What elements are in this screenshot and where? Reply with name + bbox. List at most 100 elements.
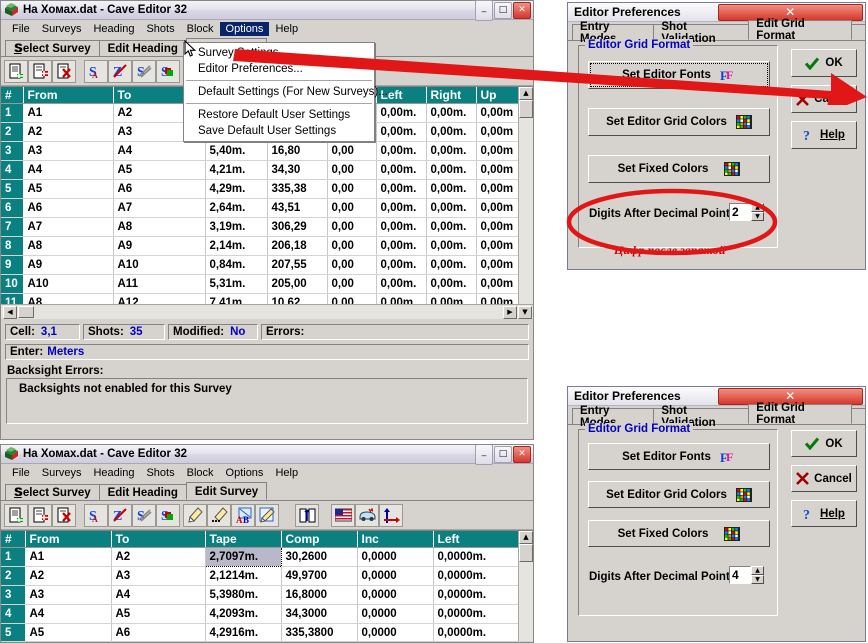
grid-cell[interactable]: 0,00m. (376, 123, 426, 142)
grid-cell[interactable]: 0,00m (476, 142, 519, 161)
set-editor-fonts-button[interactable]: Set Editor Fonts FF (588, 443, 770, 470)
menu-help[interactable]: Help (269, 466, 304, 480)
scroll-up-button[interactable]: ▲ (519, 531, 533, 544)
menu-heading[interactable]: Heading (87, 466, 140, 480)
grid-cell[interactable]: 30,2600 (281, 548, 357, 567)
grid-cell[interactable]: 49,9700 (281, 567, 357, 586)
grid-cell[interactable]: 0,00 (327, 275, 376, 294)
grid-cell[interactable]: 0,00 (327, 256, 376, 275)
grid-cell[interactable]: 0,00 (327, 180, 376, 199)
grid-cell[interactable]: 0,00m. (426, 256, 476, 275)
minimize-button[interactable]: _ (475, 444, 493, 465)
grid-cell[interactable]: 0,00 (327, 199, 376, 218)
grid-cell[interactable]: 0,00m. (426, 161, 476, 180)
spinner-up-button[interactable]: ▲ (751, 566, 764, 575)
grid-cell[interactable]: 16,8000 (281, 586, 357, 605)
swap-icon[interactable]: S (156, 504, 180, 527)
sort-reverse-icon[interactable]: S (132, 504, 156, 527)
grid-cell[interactable]: A4 (111, 586, 205, 605)
survey-grid[interactable]: #FromToTapeCompIncLeft 1A1A22,7097m.30,2… (1, 530, 533, 641)
tab-edit-grid-format[interactable]: Edit Grid Format (748, 20, 851, 40)
menu-shots[interactable]: Shots (140, 22, 180, 36)
grid-cell[interactable]: A4 (23, 161, 113, 180)
grid-cell[interactable]: 0,00m (476, 237, 519, 256)
grid-cell[interactable]: 0,0000m. (433, 624, 519, 642)
grid-cell[interactable]: 5,3980m. (205, 586, 281, 605)
grid-cell[interactable]: 0,0000 (357, 567, 433, 586)
tab-shot-validation[interactable]: Shot Validation (653, 408, 749, 424)
vertical-scrollbar[interactable]: ▲ (518, 87, 533, 304)
row-number-cell[interactable]: 5 (1, 180, 23, 199)
grid-cell[interactable]: 206,18 (267, 237, 327, 256)
grid-cell[interactable]: 0,0000 (357, 605, 433, 624)
grid-cell[interactable]: A5 (25, 624, 111, 642)
tab-select-survey[interactable]: SSelect Survey (5, 484, 100, 500)
rename-station-icon[interactable]: AB (231, 504, 255, 527)
grid-cell[interactable]: 0,0000 (357, 624, 433, 642)
grid-cell[interactable]: 2,14m. (205, 237, 267, 256)
flag-icon[interactable] (331, 504, 355, 527)
grid-cell[interactable]: A6 (23, 199, 113, 218)
scroll-thumb[interactable] (519, 544, 533, 562)
grid-cell[interactable]: 4,2093m. (205, 605, 281, 624)
menu-item-save-defaults[interactable]: Save Default User Settings (184, 123, 374, 139)
menu-block[interactable]: Block (181, 22, 220, 36)
cancel-button[interactable]: Cancel (791, 465, 857, 492)
grid-cell[interactable]: 0,00 (327, 237, 376, 256)
editor-preferences-dialog-bottom[interactable]: Editor Preferences ✕ Entry Modes Shot Va… (567, 386, 866, 642)
set-editor-grid-colors-button[interactable]: Set Editor Grid Colors (588, 108, 770, 136)
grid-cell[interactable]: 0,0000 (357, 586, 433, 605)
grid-cell[interactable]: A8 (23, 237, 113, 256)
grid-cell[interactable]: 0,00m. (426, 294, 476, 305)
grid-cell[interactable]: 0,00m. (426, 275, 476, 294)
grid-cell[interactable]: 34,3000 (281, 605, 357, 624)
grid-cell[interactable]: A8 (23, 294, 113, 305)
row-number-cell[interactable]: 1 (1, 548, 25, 567)
insert-shot-icon[interactable] (28, 60, 52, 83)
grid-cell[interactable]: A4 (25, 605, 111, 624)
grid-cell[interactable]: A9 (113, 237, 205, 256)
menu-item-default-settings[interactable]: Default Settings (For New Surveys)... (184, 84, 374, 100)
digits-after-decimal-stepper[interactable]: 2 ▲ ▼ (729, 203, 764, 221)
grid-cell[interactable]: 0,00m (476, 104, 519, 123)
row-number-cell[interactable]: 6 (1, 199, 23, 218)
menubar[interactable]: File Surveys Heading Shots Block Options… (1, 20, 533, 37)
grid-cell[interactable]: 0,00 (327, 294, 376, 305)
grid-cell[interactable]: 0,00m. (376, 275, 426, 294)
grid-cell[interactable]: 5,40m. (205, 142, 267, 161)
editor-preferences-dialog-top[interactable]: Editor Preferences ✕ Entry Modes Shot Va… (567, 2, 866, 270)
grid-cell[interactable]: 0,00m. (376, 142, 426, 161)
grid-cell[interactable]: 0,00m. (426, 180, 476, 199)
column-header-from[interactable]: From (25, 531, 111, 548)
car-icon[interactable] (355, 504, 379, 527)
grid-cell[interactable]: 0,00m (476, 161, 519, 180)
row-number-cell[interactable]: 4 (1, 605, 25, 624)
edit-note-icon[interactable] (255, 504, 279, 527)
spinner-down-button[interactable]: ▼ (751, 212, 764, 221)
grid-cell[interactable]: 0,00m. (376, 256, 426, 275)
grid-cell[interactable]: 7,41m. (205, 294, 267, 305)
grid-cell[interactable]: 335,3800 (281, 624, 357, 642)
grid-cell[interactable]: 0,00 (327, 142, 376, 161)
grid-cell[interactable]: 0,00m. (376, 237, 426, 256)
menu-surveys[interactable]: Surveys (36, 466, 88, 480)
grid-cell[interactable]: 205,00 (267, 275, 327, 294)
close-button[interactable]: ✕ (513, 446, 531, 463)
swap-icon[interactable]: S (156, 60, 180, 83)
menu-options[interactable]: Options (220, 466, 270, 480)
scroll-left-button[interactable]: ◀ (3, 306, 17, 319)
grid-cell[interactable]: 0,00m. (426, 104, 476, 123)
selected-grid-cell[interactable]: 2,7097m. (205, 548, 281, 567)
row-number-cell[interactable]: 10 (1, 275, 23, 294)
column-header-left[interactable]: Left (433, 531, 519, 548)
column-header-inc[interactable]: Inc (357, 531, 433, 548)
table-row[interactable]: 4A4A54,2093m.34,30000,00000,0000m. (1, 605, 519, 624)
scroll-thumb[interactable] (519, 100, 533, 118)
menu-item-restore-defaults[interactable]: Restore Default User Settings (184, 107, 374, 123)
digits-value[interactable]: 4 (729, 566, 751, 584)
grid-cell[interactable]: A2 (25, 567, 111, 586)
grid-cell[interactable]: A10 (23, 275, 113, 294)
row-number-cell[interactable]: 3 (1, 142, 23, 161)
tab-edit-survey[interactable]: Edit Survey (186, 482, 267, 500)
table-row[interactable]: 3A3A45,3980m.16,80000,00000,0000m. (1, 586, 519, 605)
